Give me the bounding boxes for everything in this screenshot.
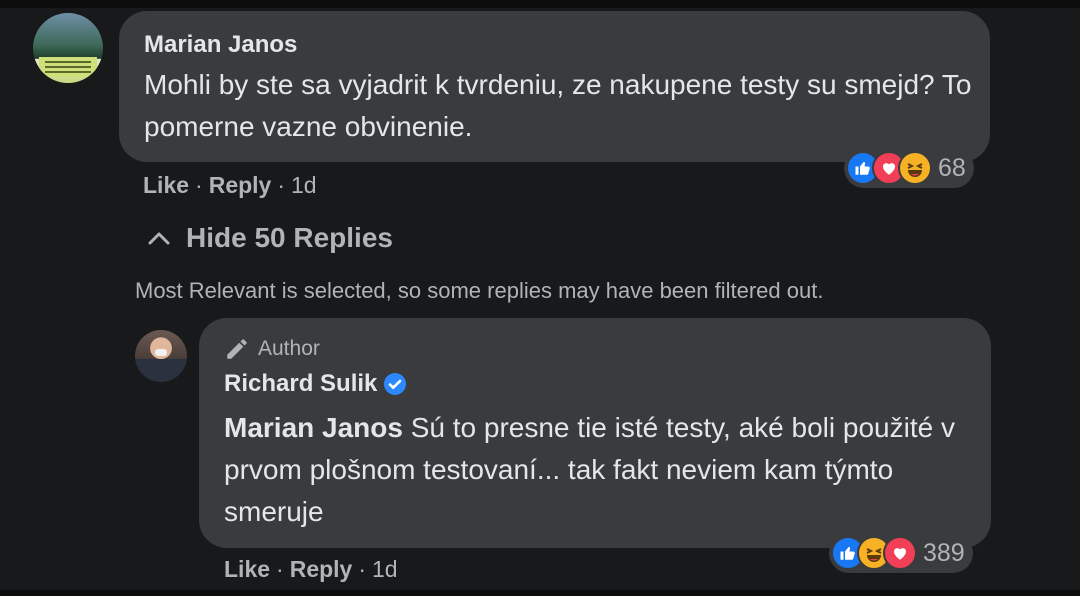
chevron-up-icon — [148, 232, 170, 245]
reply-button[interactable]: Reply — [290, 556, 353, 582]
reply-author-name[interactable]: Richard Sulik — [224, 370, 407, 398]
bottom-border — [0, 590, 1080, 596]
comment-reactions[interactable]: 68 — [844, 148, 974, 188]
reaction-count: 389 — [923, 538, 965, 567]
comment-author-name[interactable]: Marian Janos — [144, 31, 297, 59]
comment-bubble: Marian Janos Mohli by ste sa vyjadrit k … — [119, 11, 990, 162]
hide-replies-button[interactable]: Hide 50 Replies — [148, 222, 393, 254]
comment-actions: Like · Reply · 1d — [143, 172, 317, 198]
reaction-count: 68 — [938, 153, 966, 182]
author-badge-label: Author — [258, 337, 320, 360]
reply-bubble: Author Richard Sulik Marian Janos Sú to … — [199, 318, 991, 548]
reply-author-avatar[interactable] — [135, 330, 187, 382]
verified-icon — [384, 373, 407, 395]
timestamp[interactable]: 1d — [291, 172, 317, 198]
mention-link[interactable]: Marian Janos — [224, 412, 403, 443]
comment-text: Mohli by ste sa vyjadrit k tvrdeniu, ze … — [144, 69, 972, 142]
haha-icon — [898, 151, 932, 185]
commenter-avatar[interactable] — [33, 13, 103, 83]
hide-replies-label: Hide 50 Replies — [186, 222, 393, 253]
like-button[interactable]: Like — [143, 172, 189, 198]
reply-text: Marian Janos Sú to presne tie isté testy… — [224, 407, 964, 533]
top-border — [0, 0, 1080, 8]
reply-button[interactable]: Reply — [209, 172, 272, 198]
filter-note: Most Relevant is selected, so some repli… — [135, 278, 824, 303]
like-button[interactable]: Like — [224, 556, 270, 582]
reply-actions: Like · Reply · 1d — [224, 556, 398, 582]
pencil-icon — [227, 339, 247, 359]
love-icon — [883, 536, 917, 570]
author-badge: Author — [224, 336, 320, 362]
reply-reactions[interactable]: 389 — [829, 533, 973, 573]
timestamp[interactable]: 1d — [372, 556, 398, 582]
